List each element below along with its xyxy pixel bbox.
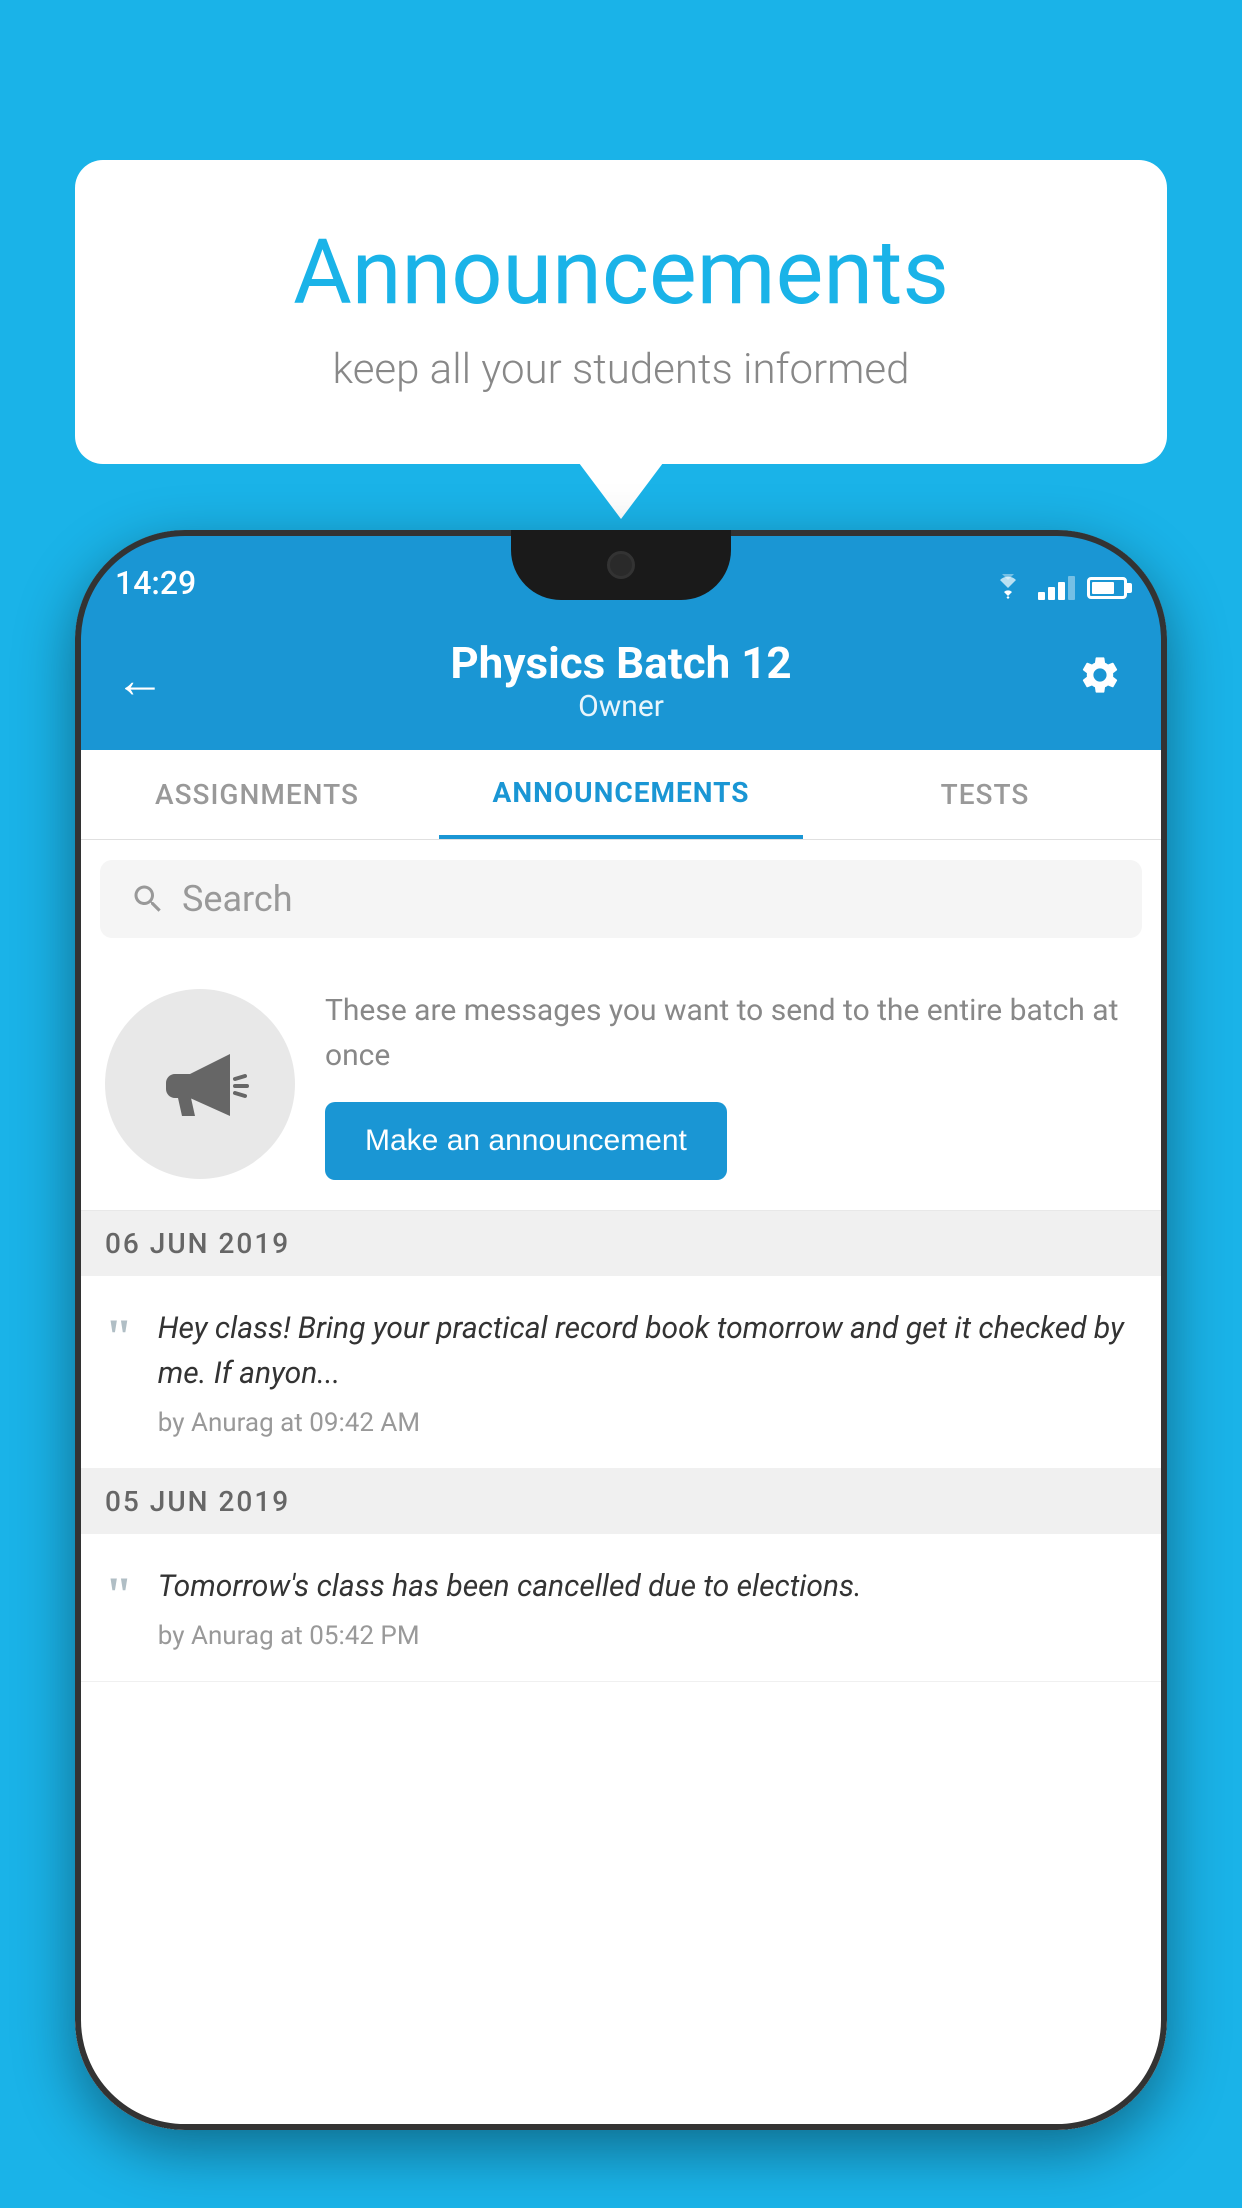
status-time: 14:29: [115, 564, 196, 602]
search-bar[interactable]: Search: [100, 860, 1142, 938]
header-subtitle: Owner: [450, 689, 791, 724]
header-title: Physics Batch 12: [450, 637, 791, 689]
date-separator-2: 05 JUN 2019: [75, 1469, 1167, 1534]
announcement-message-1: Hey class! Bring your practical record b…: [158, 1306, 1137, 1396]
front-camera: [607, 551, 635, 579]
speech-bubble: Announcements keep all your students inf…: [75, 160, 1167, 464]
tabs-bar: ASSIGNMENTS ANNOUNCEMENTS TESTS: [75, 750, 1167, 840]
announcement-meta-1: by Anurag at 09:42 AM: [158, 1408, 1137, 1438]
tab-announcements[interactable]: ANNOUNCEMENTS: [439, 750, 803, 839]
battery-fill: [1092, 582, 1114, 594]
announcement-meta-2: by Anurag at 05:42 PM: [158, 1621, 1137, 1651]
speech-bubble-title: Announcements: [145, 220, 1097, 325]
date-label-2: 05 JUN 2019: [105, 1485, 290, 1518]
date-separator-1: 06 JUN 2019: [75, 1211, 1167, 1276]
main-content: Search These: [75, 840, 1167, 2130]
date-label-1: 06 JUN 2019: [105, 1227, 290, 1260]
phone-notch: [511, 530, 731, 600]
speech-bubble-subtitle: keep all your students informed: [145, 345, 1097, 394]
settings-button[interactable]: [1078, 653, 1122, 708]
status-icons: [990, 574, 1127, 602]
wifi-icon: [990, 574, 1026, 602]
announcement-item-2[interactable]: " Tomorrow's class has been cancelled du…: [75, 1534, 1167, 1682]
signal-icon: [1038, 576, 1075, 600]
quote-icon-1: ": [105, 1311, 133, 1438]
phone: 14:29: [75, 530, 1167, 2130]
app-content: 14:29: [75, 530, 1167, 2130]
promo-right: These are messages you want to send to t…: [325, 988, 1137, 1180]
tab-tests[interactable]: TESTS: [803, 750, 1167, 839]
announcement-promo: These are messages you want to send to t…: [75, 958, 1167, 1211]
make-announcement-button[interactable]: Make an announcement: [325, 1102, 727, 1180]
header-center: Physics Batch 12 Owner: [450, 637, 791, 724]
promo-icon-circle: [105, 989, 295, 1179]
back-button[interactable]: ←: [115, 651, 165, 710]
speech-bubble-container: Announcements keep all your students inf…: [75, 160, 1167, 464]
promo-description: These are messages you want to send to t…: [325, 988, 1137, 1078]
announcement-body-2: Tomorrow's class has been cancelled due …: [158, 1564, 1137, 1651]
quote-icon-2: ": [105, 1569, 133, 1651]
megaphone-icon: [150, 1034, 250, 1134]
announcement-message-2: Tomorrow's class has been cancelled due …: [158, 1564, 1137, 1609]
battery-icon: [1087, 577, 1127, 599]
search-icon: [130, 881, 166, 917]
search-placeholder: Search: [182, 878, 293, 920]
tab-assignments[interactable]: ASSIGNMENTS: [75, 750, 439, 839]
app-header: ← Physics Batch 12 Owner: [75, 610, 1167, 750]
announcement-body-1: Hey class! Bring your practical record b…: [158, 1306, 1137, 1438]
phone-container: 14:29: [75, 530, 1167, 2208]
announcement-item-1[interactable]: " Hey class! Bring your practical record…: [75, 1276, 1167, 1469]
